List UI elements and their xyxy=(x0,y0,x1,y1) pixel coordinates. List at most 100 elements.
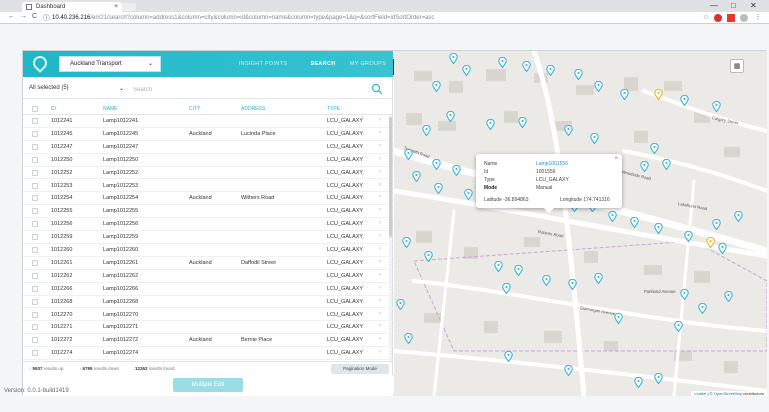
map-pin-icon[interactable] xyxy=(504,351,513,362)
browser-tab[interactable]: Dashboard × xyxy=(22,2,122,12)
row-checkbox[interactable] xyxy=(32,272,38,279)
leaflet-link[interactable]: Leaflet xyxy=(694,391,706,396)
column-header-address[interactable]: ADDRESS xyxy=(241,106,265,112)
tab-close-icon[interactable]: × xyxy=(114,2,118,12)
row-chevron-icon[interactable]: › xyxy=(379,143,381,149)
map-pin-icon[interactable] xyxy=(634,377,643,388)
row-checkbox[interactable] xyxy=(32,208,38,215)
row-chevron-icon[interactable]: › xyxy=(379,323,381,329)
map-pin-icon[interactable] xyxy=(564,365,573,376)
map-pin-icon[interactable] xyxy=(734,211,743,222)
chevron-down-icon[interactable]: ⌄ xyxy=(119,85,124,92)
table-row[interactable]: 1012250 Lamp1012250 LCU_GALAXY › xyxy=(23,154,393,167)
map-pin-icon[interactable] xyxy=(446,111,455,122)
row-chevron-icon[interactable]: › xyxy=(379,169,381,175)
map-pin-icon[interactable] xyxy=(568,279,577,290)
map-view[interactable]: Calgary Street Trenwith Road Woodside Road… xyxy=(394,51,767,396)
row-chevron-icon[interactable]: › xyxy=(379,182,381,188)
table-row[interactable]: 1012241 Lamp1012241 LCU_GALAXY › xyxy=(23,115,393,128)
new-tab-button[interactable] xyxy=(122,3,136,11)
map-pin-icon[interactable] xyxy=(712,219,721,230)
tab-insight-points[interactable]: INSIGHT POINTS xyxy=(233,51,293,77)
row-checkbox[interactable] xyxy=(32,298,38,305)
search-icon[interactable] xyxy=(371,83,383,95)
map-pin-icon[interactable] xyxy=(396,299,405,310)
map-pin-icon[interactable] xyxy=(494,261,503,272)
table-row[interactable]: 1012259 Lamp1012259 LCU_GALAXY › xyxy=(23,231,393,244)
map-pin-icon[interactable] xyxy=(654,223,663,234)
row-chevron-icon[interactable]: › xyxy=(379,207,381,213)
url-field[interactable]: 10.40.236.216/en/21/search?column=addres… xyxy=(52,13,702,23)
map-pin-icon[interactable] xyxy=(650,143,659,154)
map-pin-icon[interactable] xyxy=(498,57,507,68)
tab-my-groups[interactable]: MY GROUPS xyxy=(343,51,393,77)
table-row[interactable]: 1012245 Lamp1012245 Auckland Lucinda Place L… xyxy=(23,128,393,141)
row-chevron-icon[interactable]: › xyxy=(379,259,381,265)
map-pin-icon[interactable] xyxy=(424,251,433,262)
map-pin-icon[interactable] xyxy=(662,159,671,170)
map-pin-icon[interactable] xyxy=(546,65,555,76)
row-chevron-icon[interactable]: › xyxy=(379,311,381,317)
row-chevron-icon[interactable]: › xyxy=(379,233,381,239)
map-pin-selected-icon[interactable] xyxy=(654,89,663,100)
map-pin-icon[interactable] xyxy=(449,53,458,64)
column-header-city[interactable]: CITY xyxy=(189,106,200,112)
map-pin-icon[interactable] xyxy=(452,165,461,176)
layers-icon[interactable]: ▦ xyxy=(730,59,744,73)
row-chevron-icon[interactable]: › xyxy=(379,336,381,342)
map-pin-icon[interactable] xyxy=(698,303,707,314)
map-pin-icon[interactable] xyxy=(432,81,441,92)
row-checkbox[interactable] xyxy=(32,195,38,202)
search-input[interactable] xyxy=(133,83,363,96)
popup-close-icon[interactable]: × xyxy=(614,156,618,162)
star-icon[interactable]: ☆ xyxy=(702,14,710,22)
table-row[interactable]: 1012252 Lamp1012252 LCU_GALAXY › xyxy=(23,167,393,180)
map-pin-icon[interactable] xyxy=(680,289,689,300)
table-row[interactable]: 1012271 Lamp1012271 LCU_GALAXY › xyxy=(23,321,393,335)
row-checkbox[interactable] xyxy=(32,350,38,357)
map-pin-icon[interactable] xyxy=(542,275,551,286)
table-row[interactable]: 1012254 Lamp1012254 Auckland Withers Road LC… xyxy=(23,192,393,206)
map-pin-icon[interactable] xyxy=(514,265,523,276)
row-checkbox[interactable] xyxy=(32,143,38,150)
reload-icon[interactable]: C xyxy=(32,13,37,20)
map-pin-icon[interactable] xyxy=(574,69,583,80)
map-pin-selected-icon[interactable] xyxy=(706,237,715,248)
map-pin-icon[interactable] xyxy=(620,89,629,100)
map-pin-icon[interactable] xyxy=(712,101,721,112)
map-pin-icon[interactable] xyxy=(608,211,617,222)
row-checkbox[interactable] xyxy=(32,311,38,318)
row-checkbox[interactable] xyxy=(32,130,38,137)
table-row[interactable]: 1012256 Lamp1012256 LCU_GALAXY › xyxy=(23,218,393,232)
row-checkbox[interactable] xyxy=(32,169,38,176)
map-pin-icon[interactable] xyxy=(432,159,441,170)
organization-select[interactable]: Auckland Transport ⌄ xyxy=(59,56,161,72)
map-pin-icon[interactable] xyxy=(412,171,421,182)
table-scrollbar-thumb[interactable] xyxy=(389,117,392,237)
table-row[interactable]: 1012274 Lamp1012274 LCU_GALAXY › xyxy=(23,347,393,361)
row-chevron-icon[interactable]: › xyxy=(379,246,381,252)
column-header-id[interactable]: ID xyxy=(51,106,56,112)
map-pin-icon[interactable] xyxy=(594,81,603,92)
map-pin-icon[interactable] xyxy=(402,237,411,248)
map-pin-icon[interactable] xyxy=(564,125,573,136)
row-chevron-icon[interactable]: › xyxy=(379,285,381,291)
map-pin-icon[interactable] xyxy=(654,373,663,384)
map-pin-icon[interactable] xyxy=(404,149,413,160)
close-window-icon[interactable]: ✕ xyxy=(750,1,757,10)
row-checkbox[interactable] xyxy=(32,234,38,241)
row-checkbox[interactable] xyxy=(32,259,38,266)
map-pin-icon[interactable] xyxy=(462,65,471,76)
map-pin-icon[interactable] xyxy=(404,333,413,344)
map-pin-icon[interactable] xyxy=(518,117,527,128)
row-checkbox[interactable] xyxy=(32,221,38,228)
row-checkbox[interactable] xyxy=(32,285,38,292)
table-row[interactable]: 1012247 Lamp1012247 LCU_GALAXY › xyxy=(23,141,393,154)
pdf-extension-icon[interactable] xyxy=(727,14,735,22)
map-pin-icon[interactable] xyxy=(486,119,495,130)
column-header-name[interactable]: NAME xyxy=(103,106,117,112)
map-pin-icon[interactable] xyxy=(590,133,599,144)
map-pin-icon[interactable] xyxy=(614,313,623,324)
row-checkbox[interactable] xyxy=(32,324,38,331)
map-pin-icon[interactable] xyxy=(718,243,727,254)
